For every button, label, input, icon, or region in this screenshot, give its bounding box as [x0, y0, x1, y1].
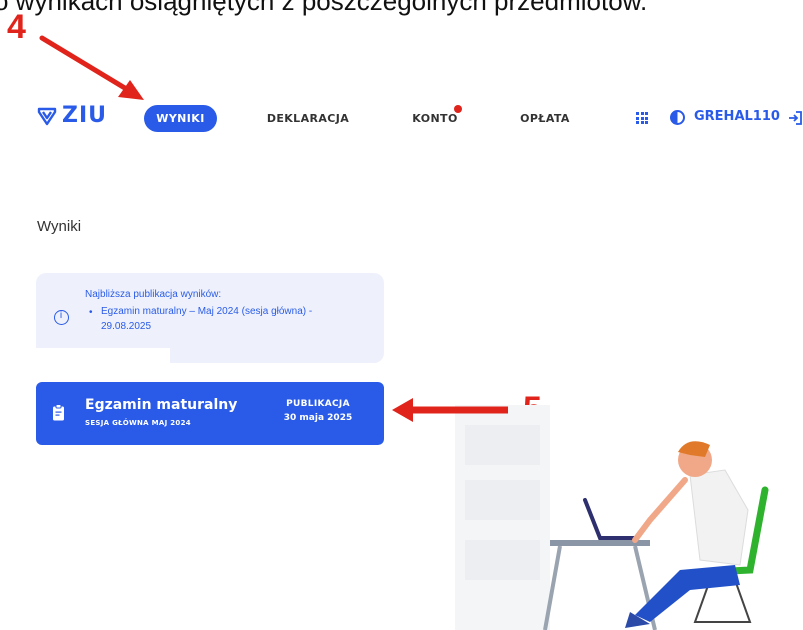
nav-wyniki[interactable]: WYNIKI [144, 105, 217, 132]
info-icon [54, 310, 69, 325]
clipboard-icon [53, 404, 64, 421]
person-at-laptop-illustration [455, 405, 769, 630]
ziu-logo[interactable]: ZIU [36, 103, 107, 128]
publication-label: PUBLIKACJA [286, 399, 350, 409]
nav-oplata[interactable]: OPŁATA [515, 105, 575, 132]
logout-icon[interactable] [787, 110, 803, 126]
publication-date: 30 maja 2025 [283, 413, 353, 423]
contrast-icon[interactable] [670, 110, 685, 125]
exam-title: Egzamin maturalny [85, 397, 238, 413]
info-heading: Najbliższa publikacja wyników: [85, 289, 222, 300]
step-4-label: 4 [7, 8, 26, 46]
exam-session: SESJA GŁÓWNA MAJ 2024 [85, 419, 191, 427]
grid-icon[interactable] [636, 112, 648, 124]
logo-text: ZIU [62, 103, 108, 128]
logo-mark-icon [37, 107, 57, 125]
nav-konto[interactable]: KONTO [410, 105, 460, 132]
info-box-notch [36, 348, 170, 363]
info-line-1: Egzamin maturalny – Maj 2024 (sesja głów… [101, 306, 313, 317]
nav-deklaracja[interactable]: DEKLARACJA [262, 105, 354, 132]
page-title: Wyniki [37, 218, 82, 235]
user-account-name[interactable]: GREHAL110 [694, 109, 780, 124]
instruction-caption: o wynikach osiągniętych z poszczególnych… [0, 0, 648, 16]
info-line-2: 29.08.2025 [101, 321, 152, 332]
info-bullet: • [89, 307, 93, 318]
konto-notification-badge [454, 105, 462, 113]
